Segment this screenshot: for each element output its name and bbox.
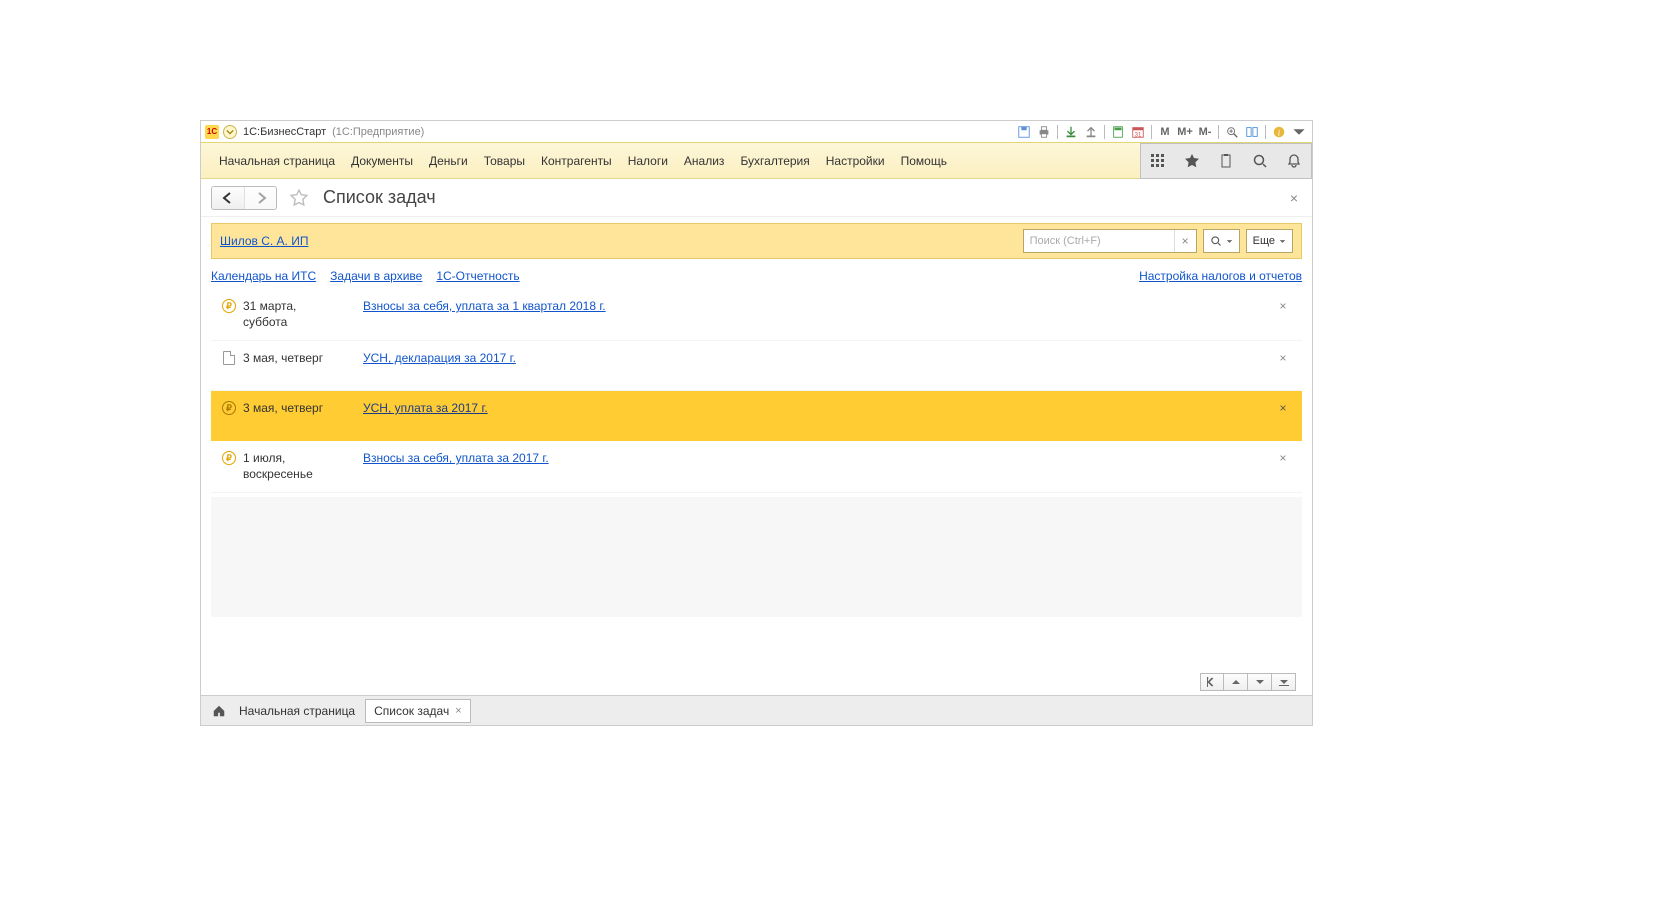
panes-icon[interactable]	[1243, 123, 1261, 141]
task-row[interactable]: ₽ 1 июля,воскресенье Взносы за себя, упл…	[211, 441, 1302, 493]
nav-back-button[interactable]	[212, 187, 244, 209]
search-input[interactable]	[1024, 230, 1174, 252]
menu-analysis[interactable]: Анализ	[676, 148, 733, 174]
menu-settings[interactable]: Настройки	[818, 148, 893, 174]
menu-help[interactable]: Помощь	[893, 148, 955, 174]
pager-strip	[201, 669, 1312, 695]
titlebar: 1С 1С:БизнесСтарт (1С:Предприятие) 31 M …	[201, 121, 1312, 143]
tab-home[interactable]: Начальная страница	[231, 700, 363, 722]
menubar: Начальная страница Документы Деньги Това…	[201, 143, 1312, 179]
favorites-star-icon[interactable]	[1175, 144, 1209, 178]
app-menu-dropdown[interactable]	[223, 125, 237, 139]
task-close-icon[interactable]: ×	[1268, 401, 1298, 415]
menu-money[interactable]: Деньги	[421, 148, 476, 174]
download-icon[interactable]	[1062, 123, 1080, 141]
pager	[1200, 673, 1296, 691]
nav-back-forward	[211, 186, 277, 210]
upload-icon[interactable]	[1082, 123, 1100, 141]
task-row[interactable]: ₽ 3 мая, четверг УСН, уплата за 2017 г. …	[211, 391, 1302, 441]
page-header: Список задач ×	[201, 179, 1312, 217]
save-icon[interactable]	[1015, 123, 1033, 141]
menu-documents[interactable]: Документы	[343, 148, 421, 174]
search-clear-icon[interactable]: ×	[1174, 230, 1196, 252]
platform-label: (1С:Предприятие)	[332, 126, 424, 138]
ruble-icon: ₽	[215, 401, 243, 415]
calendar-icon[interactable]: 31	[1129, 123, 1147, 141]
org-link[interactable]: Шилов С. А. ИП	[220, 234, 308, 248]
svg-text:31: 31	[1135, 131, 1142, 138]
task-list: ₽ 31 марта,суббота Взносы за себя, уплат…	[201, 289, 1312, 669]
tab-bar: Начальная страница Список задач ×	[201, 695, 1312, 725]
more-button-label: Еще	[1253, 235, 1275, 247]
memory-mminus-icon[interactable]: M-	[1196, 123, 1214, 141]
task-date: 31 марта,суббота	[243, 299, 363, 330]
link-tax-settings[interactable]: Настройка налогов и отчетов	[1139, 269, 1302, 283]
page-title: Список задач	[323, 187, 436, 208]
separator	[1104, 125, 1105, 139]
menubar-right	[1140, 143, 1312, 179]
favorite-star-icon[interactable]	[289, 188, 309, 208]
task-list-empty-area	[211, 497, 1302, 617]
separator	[1151, 125, 1152, 139]
document-icon	[215, 351, 243, 365]
task-close-icon[interactable]: ×	[1268, 351, 1298, 365]
link-1c-reporting[interactable]: 1С-Отчетность	[436, 269, 519, 283]
org-bar: Шилов С. А. ИП × Еще	[211, 223, 1302, 259]
separator	[1218, 125, 1219, 139]
ruble-icon: ₽	[215, 451, 243, 465]
pager-last-icon[interactable]	[1272, 673, 1296, 691]
menu-taxes[interactable]: Налоги	[620, 148, 676, 174]
home-icon[interactable]	[209, 701, 229, 721]
search-icon[interactable]	[1243, 144, 1277, 178]
task-date: 3 мая, четверг	[243, 401, 363, 417]
link-tasks-archive[interactable]: Задачи в архиве	[330, 269, 422, 283]
memory-m-icon[interactable]: M	[1156, 123, 1174, 141]
ruble-icon: ₽	[215, 299, 243, 313]
tab-label: Список задач	[374, 704, 449, 718]
task-row[interactable]: 3 мая, четверг УСН, декларация за 2017 г…	[211, 341, 1302, 391]
menu-goods[interactable]: Товары	[476, 148, 533, 174]
task-close-icon[interactable]: ×	[1268, 299, 1298, 313]
task-date: 1 июля,воскресенье	[243, 451, 363, 482]
tab-task-list[interactable]: Список задач ×	[365, 699, 471, 723]
nav-forward-button[interactable]	[244, 187, 276, 209]
task-title-link[interactable]: Взносы за себя, уплата за 1 квартал 2018…	[363, 299, 1118, 313]
app-name: 1С:БизнесСтарт	[243, 126, 326, 138]
titlebar-actions: 31 M M+ M- i	[1015, 123, 1308, 141]
link-calendar-its[interactable]: Календарь на ИТС	[211, 269, 316, 283]
search-group: ×	[1023, 229, 1197, 253]
menu-home[interactable]: Начальная страница	[211, 148, 343, 174]
bell-icon[interactable]	[1277, 144, 1311, 178]
task-row[interactable]: ₽ 31 марта,суббота Взносы за себя, уплат…	[211, 289, 1302, 341]
task-title-link[interactable]: Взносы за себя, уплата за 2017 г.	[363, 451, 1118, 465]
menu-accounting[interactable]: Бухгалтерия	[732, 148, 817, 174]
links-row: Календарь на ИТС Задачи в архиве 1С-Отче…	[201, 259, 1312, 289]
info-icon[interactable]: i	[1270, 123, 1288, 141]
memory-mplus-icon[interactable]: M+	[1176, 123, 1194, 141]
org-bar-right: × Еще	[1023, 229, 1293, 253]
menu-counterparties[interactable]: Контрагенты	[533, 148, 620, 174]
print-icon[interactable]	[1035, 123, 1053, 141]
task-title-link[interactable]: УСН, уплата за 2017 г.	[363, 401, 1118, 415]
tab-close-icon[interactable]: ×	[455, 705, 461, 717]
info-dropdown-icon[interactable]	[1290, 123, 1308, 141]
app-window: 1С 1С:БизнесСтарт (1С:Предприятие) 31 M …	[200, 120, 1313, 726]
clipboard-icon[interactable]	[1209, 144, 1243, 178]
page-close-button[interactable]: ×	[1286, 188, 1302, 208]
apps-grid-icon[interactable]	[1141, 144, 1175, 178]
pager-down-icon[interactable]	[1248, 673, 1272, 691]
separator	[1265, 125, 1266, 139]
separator	[1057, 125, 1058, 139]
calculator-icon[interactable]	[1109, 123, 1127, 141]
task-date: 3 мая, четверг	[243, 351, 363, 367]
logo-1c-icon: 1С	[205, 125, 219, 139]
pager-first-icon[interactable]	[1200, 673, 1224, 691]
more-button[interactable]: Еще	[1246, 229, 1293, 253]
task-title-link[interactable]: УСН, декларация за 2017 г.	[363, 351, 1118, 365]
pager-up-icon[interactable]	[1224, 673, 1248, 691]
search-button[interactable]	[1203, 229, 1240, 253]
task-close-icon[interactable]: ×	[1268, 451, 1298, 465]
zoom-icon[interactable]	[1223, 123, 1241, 141]
